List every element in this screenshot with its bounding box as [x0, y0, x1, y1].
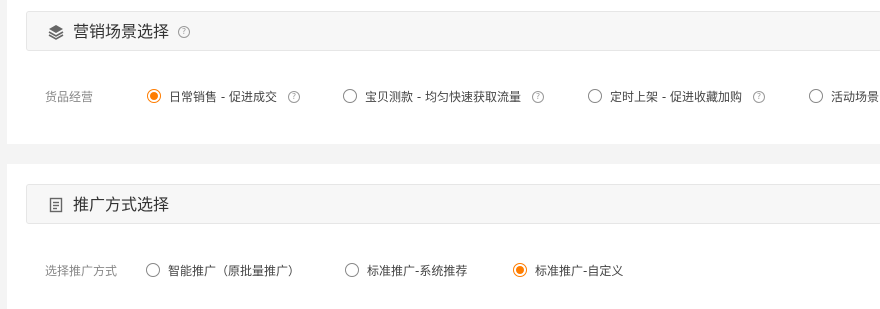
promotion-method-title: 推广方式选择: [73, 195, 170, 214]
radio-product-testing[interactable]: [343, 89, 357, 103]
radio-scheduled-listing[interactable]: [588, 89, 602, 103]
question-circle-icon[interactable]: ?: [178, 25, 191, 38]
radio-standard-system[interactable]: [345, 263, 359, 277]
marketing-scene-panel: 营销场景选择? 货品经营 日常销售 - 促进成交 ? 宝贝测款 - 均匀快速获取…: [7, 0, 880, 144]
radio-activity-scene[interactable]: [809, 89, 823, 103]
document-icon: [49, 197, 63, 213]
question-circle-icon[interactable]: ?: [288, 91, 300, 103]
section-title: 推广方式选择: [73, 195, 169, 215]
goods-management-label: 货品经营: [45, 90, 94, 104]
layers-icon: [48, 25, 64, 40]
question-circle-icon[interactable]: ?: [532, 91, 544, 103]
option-label: 标准推广-系统推荐: [367, 264, 468, 278]
promotion-method-panel: 推广方式选择 选择推广方式 智能推广（原批量推广） 标准推广-系统推荐 标准推广…: [7, 164, 880, 309]
marketing-scene-header: 营销场景选择?: [26, 11, 880, 51]
promotion-method-row: 选择推广方式 智能推广（原批量推广） 标准推广-系统推荐 标准推广-自定义: [7, 261, 880, 281]
option-label: 日常销售 - 促进成交: [169, 90, 277, 104]
radio-smart-promotion[interactable]: [146, 263, 160, 277]
marketing-scene-title: 营销场景选择: [73, 22, 170, 41]
radio-daily-sales[interactable]: [147, 89, 161, 103]
question-circle-icon[interactable]: ?: [753, 91, 765, 103]
radio-standard-custom[interactable]: [513, 263, 527, 277]
option-label: 定时上架 - 促进收藏加购: [610, 90, 742, 104]
section-title: 营销场景选择?: [73, 22, 191, 42]
option-label: 活动场景: [831, 90, 880, 104]
promotion-method-label: 选择推广方式: [45, 264, 118, 278]
goods-management-row: 货品经营 日常销售 - 促进成交 ? 宝贝测款 - 均匀快速获取流量 ? 定时上…: [7, 87, 880, 107]
promotion-method-header: 推广方式选择: [26, 184, 880, 224]
option-label: 宝贝测款 - 均匀快速获取流量: [365, 90, 521, 104]
option-label: 智能推广（原批量推广）: [168, 264, 301, 278]
option-label: 标准推广-自定义: [535, 264, 624, 278]
